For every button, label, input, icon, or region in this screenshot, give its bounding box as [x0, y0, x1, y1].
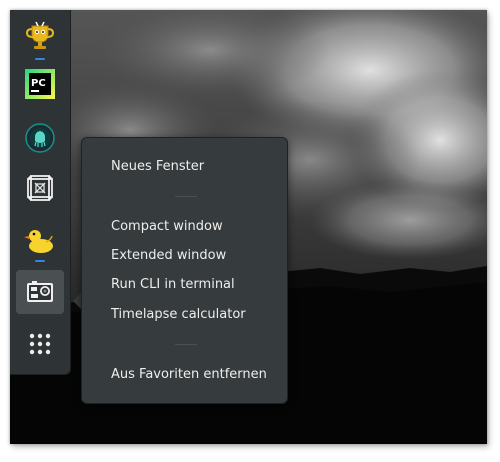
running-indicator	[35, 58, 45, 60]
context-menu: Neues Fenster Compact window Extended wi…	[81, 137, 288, 404]
dock-item-trophy-app[interactable]	[16, 14, 64, 58]
camera-icon	[27, 281, 53, 302]
app-grid-icon	[29, 333, 51, 355]
menu-item-run-cli-in-terminal[interactable]: Run CLI in terminal	[111, 277, 235, 292]
running-indicator	[35, 260, 45, 262]
duck-icon	[24, 230, 53, 253]
dock: PC	[10, 10, 71, 375]
dock-item-3d-frame-app[interactable]	[16, 166, 64, 210]
dock-item-cyberduck[interactable]	[16, 218, 64, 262]
dock-item-gopro-app[interactable]	[16, 270, 64, 314]
gitkraken-icon	[25, 123, 55, 153]
menu-item-extended-window[interactable]: Extended window	[111, 248, 226, 263]
menu-item-new-window[interactable]: Neues Fenster	[111, 159, 204, 174]
menu-separator	[175, 344, 197, 345]
show-applications-button[interactable]	[16, 322, 64, 366]
menu-item-remove-from-favorites[interactable]: Aus Favoriten entfernen	[111, 367, 267, 382]
menu-item-timelapse-calculator[interactable]: Timelapse calculator	[111, 307, 246, 322]
trophy-cup-icon	[25, 21, 55, 49]
dock-item-pycharm[interactable]: PC	[16, 62, 64, 106]
menu-item-compact-window[interactable]: Compact window	[111, 219, 223, 234]
menu-separator	[175, 196, 197, 197]
pycharm-icon: PC	[25, 69, 55, 99]
pycharm-label: PC	[31, 78, 46, 89]
desktop: PC Neues Fenster Compact window Extended…	[10, 10, 487, 444]
dock-item-gitkraken[interactable]	[16, 116, 64, 160]
cube-frame-icon	[27, 175, 53, 201]
